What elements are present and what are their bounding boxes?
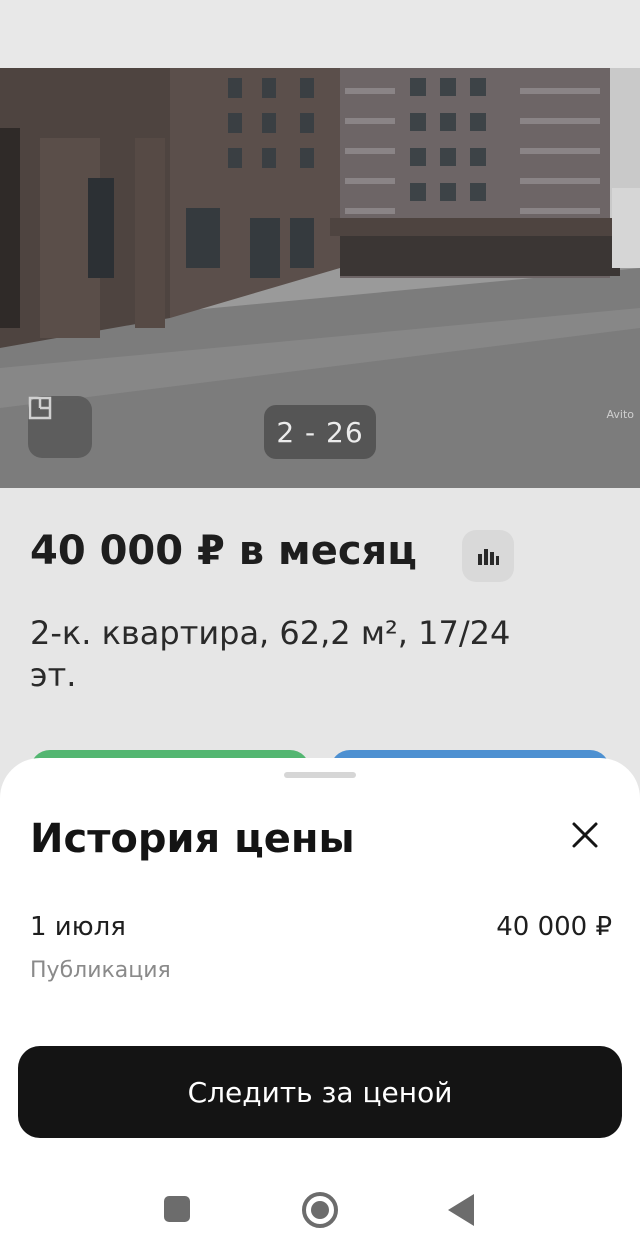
floor-plan-button[interactable]: [28, 396, 92, 458]
history-date: 1 июля: [30, 912, 126, 942]
system-nav-bar: [0, 1166, 640, 1252]
bar-chart-icon: [478, 549, 499, 565]
floor-plan-icon: [28, 396, 52, 420]
triangle-back-icon[interactable]: [448, 1194, 474, 1226]
history-event: Публикация: [30, 958, 171, 983]
photo-gallery[interactable]: 2 - 26 Avito: [0, 68, 640, 488]
home-dot: [311, 1201, 329, 1219]
sheet-grabber[interactable]: [284, 772, 356, 778]
status-bar: [0, 0, 640, 68]
sheet-title: История цены: [30, 816, 355, 862]
close-button[interactable]: [560, 810, 610, 860]
listing-info: 40 000 ₽ в месяц 2-к. квартира, 62,2 м²,…: [0, 488, 640, 790]
close-icon: [572, 822, 598, 848]
follow-price-button[interactable]: Следить за ценой: [18, 1046, 622, 1138]
price-history-button[interactable]: [462, 530, 514, 582]
listing-title: 2-к. квартира, 62,2 м², 17/24 эт.: [30, 614, 511, 694]
listing-price: 40 000 ₽ в месяц: [30, 528, 417, 574]
photo-counter: 2 - 26: [264, 405, 376, 459]
circle-icon[interactable]: [302, 1192, 338, 1228]
watermark: Avito: [606, 408, 635, 421]
square-icon[interactable]: [164, 1196, 190, 1222]
history-price: 40 000 ₽: [496, 912, 612, 942]
